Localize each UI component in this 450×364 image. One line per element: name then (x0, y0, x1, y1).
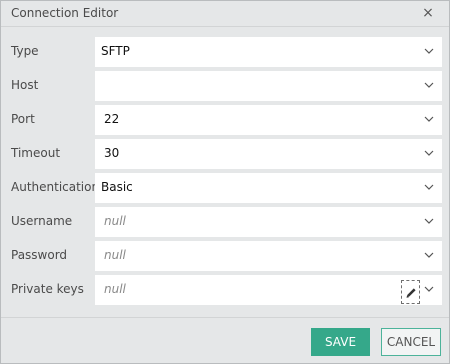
field-row-timeout: Timeout 30 (1, 139, 449, 169)
authentication-select[interactable]: Basic (95, 173, 442, 203)
type-label: Type (11, 44, 39, 58)
close-icon[interactable]: × (421, 5, 435, 21)
pencil-icon (406, 288, 416, 298)
field-row-username: Username null (1, 207, 449, 237)
chevron-down-icon[interactable] (423, 249, 435, 261)
timeout-value: 30 (104, 146, 120, 160)
edit-private-keys-button[interactable] (401, 280, 420, 304)
title-bar: Connection Editor × (1, 1, 449, 27)
field-row-password: Password null (1, 241, 449, 271)
password-select[interactable]: null (95, 241, 442, 271)
field-row-type: Type SFTP (1, 37, 449, 67)
chevron-down-icon[interactable] (423, 283, 435, 295)
host-select[interactable] (95, 71, 442, 101)
chevron-down-icon[interactable] (423, 181, 435, 193)
field-row-port: Port 22 (1, 105, 449, 135)
port-label: Port (11, 112, 35, 126)
private-keys-label: Private keys (11, 282, 84, 296)
private-keys-select[interactable]: null (95, 275, 442, 305)
chevron-down-icon[interactable] (423, 113, 435, 125)
username-value: null (104, 214, 126, 228)
port-select[interactable]: 22 (95, 105, 442, 135)
chevron-down-icon[interactable] (423, 215, 435, 227)
password-label: Password (11, 248, 68, 262)
field-row-host: Host (1, 71, 449, 101)
dialog-title: Connection Editor (11, 6, 119, 20)
chevron-down-icon[interactable] (423, 45, 435, 57)
timeout-label: Timeout (11, 146, 61, 160)
save-button[interactable]: SAVE (311, 328, 370, 356)
dialog-footer: SAVE CANCEL (1, 317, 449, 363)
field-row-private-keys: Private keys null (1, 275, 449, 305)
authentication-value: Basic (101, 180, 133, 194)
username-select[interactable]: null (95, 207, 442, 237)
authentication-label: Authentication (11, 180, 100, 194)
private-keys-value: null (104, 282, 126, 296)
timeout-select[interactable]: 30 (95, 139, 442, 169)
host-label: Host (11, 78, 39, 92)
chevron-down-icon[interactable] (423, 147, 435, 159)
field-row-authentication: Authentication Basic (1, 173, 449, 203)
chevron-down-icon[interactable] (423, 79, 435, 91)
username-label: Username (11, 214, 73, 228)
type-select[interactable]: SFTP (95, 37, 442, 67)
type-value: SFTP (101, 44, 130, 58)
cancel-button[interactable]: CANCEL (381, 328, 441, 356)
password-value: null (104, 248, 126, 262)
connection-editor-dialog: Connection Editor × Type SFTP Host Port … (0, 0, 450, 364)
port-value: 22 (104, 112, 120, 126)
